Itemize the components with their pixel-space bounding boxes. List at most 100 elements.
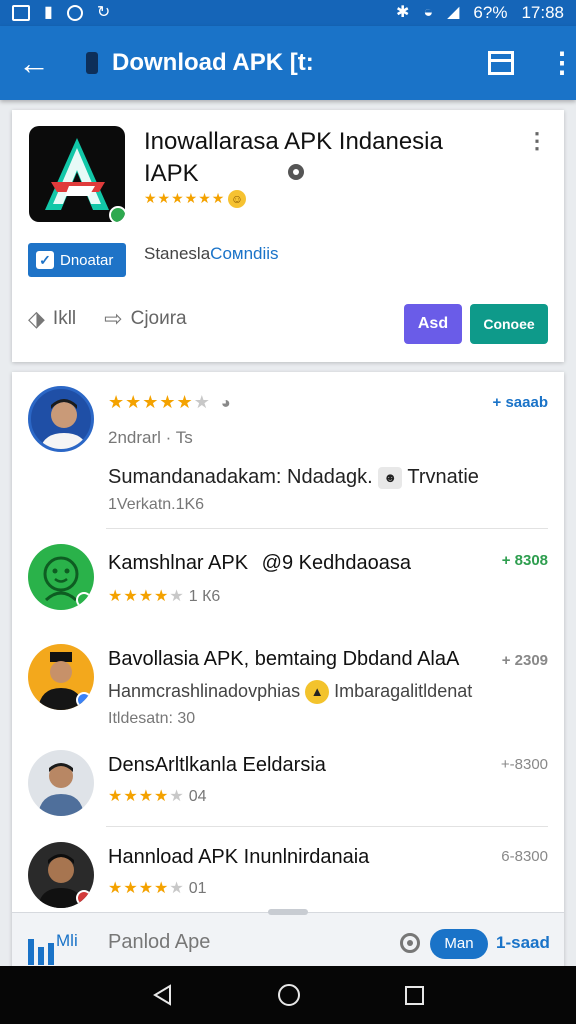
- list-item[interactable]: Kamshlnar APK @9 Kedhdaoasa ★★★★★ 1 К6 + …: [12, 532, 564, 632]
- list-item[interactable]: Hannload APK Inunlnirdanaia ★★★★★ 01 6-83…: [12, 834, 564, 920]
- publisher-prefix: Staneslа: [144, 244, 211, 263]
- forward-action-label: Cjoиra: [130, 308, 187, 329]
- rating-stars: ★★★★★★ ◕: [108, 392, 232, 413]
- divider: [106, 528, 548, 529]
- row-sub: Itldesatn: 30: [108, 710, 196, 727]
- share-action-label: Ikll: [52, 308, 77, 329]
- app-logo-mark: [45, 138, 109, 210]
- row-action-button[interactable]: 6-8300: [501, 848, 548, 865]
- row-title-text: Kamshlnar APK: [108, 552, 249, 574]
- status-left: ▮ ↻: [12, 5, 110, 21]
- row-line-text: Hanmcrashlinadovphias: [108, 680, 301, 701]
- row-title: Hannload APK Inunlnirdanaia: [108, 846, 370, 868]
- row-title: Bavollasia APK, bemtaing Dbdand AlaA: [108, 648, 460, 670]
- pin-icon: ⬗: [28, 306, 45, 331]
- avatar: [28, 386, 94, 452]
- rating-count: 01: [188, 880, 207, 897]
- app-rating-stars: ★★★★★★: [144, 190, 226, 206]
- globe-icon: ◕: [220, 395, 232, 412]
- rating-count: 1 К6: [188, 588, 221, 605]
- row-line-after: Imbaragalitldenat: [334, 680, 473, 701]
- row-title-extra: @9 Kedhdaoasa: [261, 552, 411, 574]
- list-item[interactable]: Bavollasia APK, bemtaing Dbdand AlaA Han…: [12, 634, 564, 734]
- back-arrow-icon[interactable]: ←: [18, 47, 62, 79]
- row-title: Kamshlnar APK @9 Kedhdaoasa: [108, 552, 411, 575]
- rating-count: 04: [188, 788, 207, 805]
- connect-button[interactable]: Conoee: [470, 304, 548, 344]
- rating-stars: ★★★★★ 01: [108, 880, 207, 897]
- notification-image-icon: [12, 5, 30, 21]
- notification-sync-icon: ↻: [96, 4, 111, 21]
- avatar: [28, 842, 94, 908]
- emoji-icon: ☻: [378, 466, 403, 489]
- verify-button-label: Dnoatar: [60, 251, 114, 269]
- row-meta: 2ndrarl · Ts: [108, 428, 193, 447]
- record-icon[interactable]: [400, 933, 420, 953]
- bluetooth-icon: ✱: [396, 4, 410, 21]
- row-action-button[interactable]: + 8308: [502, 552, 548, 569]
- battery-text: 6?%: [473, 3, 508, 22]
- app-name-line1: Inowallarasa APK Indanesia: [144, 128, 443, 155]
- row-title: DensArltlkanla Eeldarsia: [108, 754, 326, 776]
- bottom-bar-title: Panlod Ape: [108, 931, 211, 953]
- bottom-download-bar: Mli Panlod Ape Man 1-saad: [12, 909, 564, 966]
- rating-stars-filled: ★★★★★: [108, 392, 194, 412]
- rating-stars: ★★★★★ 04: [108, 788, 207, 805]
- app-info-card: Inowallarasa APK Indanesia IAPK ★★★★★★ ☺…: [12, 110, 564, 362]
- clock: 17:88: [521, 3, 564, 22]
- verified-badge-icon: [76, 592, 92, 608]
- add-button[interactable]: Asd: [404, 304, 462, 344]
- bottom-icon-label: Mli: [56, 931, 78, 950]
- avatar: [28, 644, 94, 710]
- status-bar: ▮ ↻ ✱ ◒ ◢ 6?% 17:88: [0, 0, 576, 26]
- notification-camera-icon: [66, 5, 83, 21]
- verify-button[interactable]: ✓ Dnoatar: [28, 243, 126, 277]
- row-line-after: Trvnatie: [407, 466, 479, 488]
- publisher: StaneslаCoмndiis: [144, 244, 279, 264]
- row-sub: 1Verkatn.1K6: [108, 496, 205, 513]
- row-line: Hanmcrashlinadovphias ▲ Imbaragalitldena…: [108, 680, 472, 704]
- row-action-button[interactable]: + 2309: [502, 652, 548, 669]
- avatar: [28, 750, 94, 816]
- row-action-button[interactable]: +-8300: [501, 756, 548, 773]
- app-name: Inowallarasa APK Indanesia IAPK: [144, 126, 514, 190]
- window-icon[interactable]: [488, 51, 514, 75]
- avatar-person-icon: [38, 763, 84, 816]
- status-right: ✱ ◒ ◢ 6?% 17:88: [396, 3, 564, 23]
- verified-badge-icon: [76, 890, 92, 906]
- signal-icon: ◢: [447, 4, 460, 21]
- rating-stars: ★★★★★ 1 К6: [108, 588, 221, 605]
- warning-icon: ▲: [305, 680, 330, 704]
- checkmark-icon: ✓: [36, 251, 54, 269]
- nav-back-icon[interactable]: [152, 984, 174, 1006]
- app-name-line2: IAPK: [144, 160, 199, 187]
- forward-action[interactable]: ⇨ Cjoиra: [104, 306, 186, 332]
- smile-icon: ☺: [228, 190, 246, 208]
- bottom-bar-pill-button[interactable]: Man: [430, 929, 488, 959]
- app-list: ★★★★★★ ◕ 2ndrarl · Ts Sumandanadakam: Nd…: [12, 372, 564, 972]
- row-line-text: Sumandanadakam: Ndadagk.: [108, 466, 373, 488]
- avatar: [28, 544, 94, 610]
- app-bar-title: Download APK [t:: [112, 49, 314, 76]
- share-action[interactable]: ⬗ Ikll: [28, 306, 76, 332]
- bottom-bar-count: 1-saad: [496, 933, 550, 952]
- drag-handle[interactable]: [268, 909, 308, 915]
- row-action-button[interactable]: + saaab: [493, 394, 548, 411]
- wifi-icon: ◒: [423, 4, 434, 21]
- app-badge-icon: [109, 206, 125, 222]
- more-vert-icon[interactable]: ⋮: [548, 49, 576, 77]
- card-more-icon[interactable]: ⋮: [526, 130, 548, 152]
- list-item[interactable]: DensArltlkanla Eeldarsia ★★★★★ 04 +-8300: [12, 742, 564, 828]
- avatar-person-icon: [40, 399, 88, 449]
- divider: [106, 826, 548, 827]
- nav-recents-icon[interactable]: [404, 985, 424, 1005]
- verified-badge-icon: [76, 692, 92, 708]
- publisher-link[interactable]: Coмndiis: [210, 244, 278, 263]
- app-logo[interactable]: [29, 126, 125, 222]
- gear-icon[interactable]: [284, 162, 308, 182]
- list-item[interactable]: ★★★★★★ ◕ 2ndrarl · Ts Sumandanadakam: Nd…: [12, 372, 564, 527]
- notification-text-icon: ▮: [44, 4, 53, 21]
- system-nav-bar: [0, 966, 576, 1024]
- forward-arrow-icon: ⇨: [104, 306, 123, 331]
- nav-home-icon[interactable]: [278, 984, 301, 1006]
